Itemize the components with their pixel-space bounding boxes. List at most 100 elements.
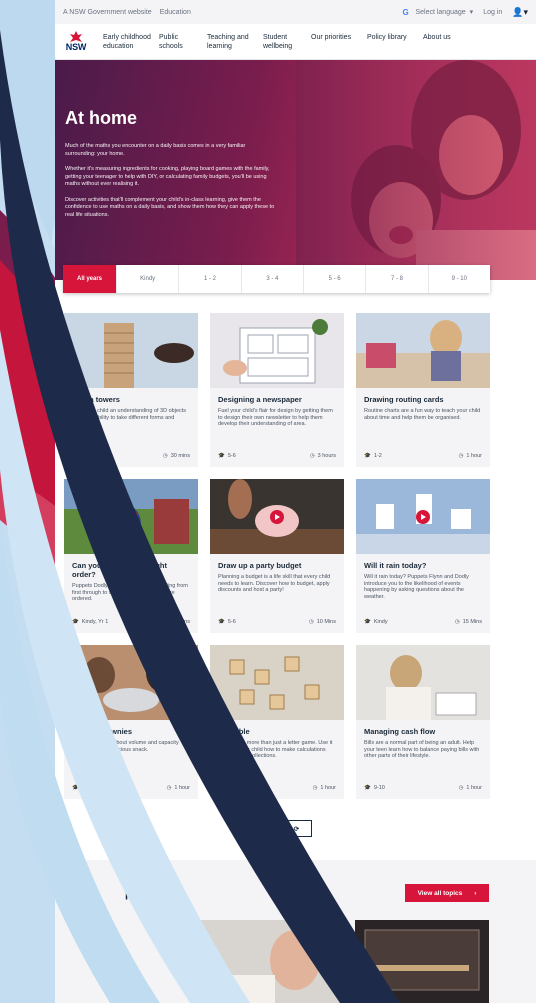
topics-heading: pics (125, 888, 148, 900)
card-description: Puppets Dodly and Flynn explore counting… (72, 583, 188, 602)
graduation-cap-icon: 🎓 (218, 453, 225, 459)
play-video-icon[interactable] (124, 509, 138, 524)
page-title: At home (65, 108, 137, 128)
year-filter-tabs: All years Kindy 1 - 2 3 - 4 5 - 6 7 - 8 … (63, 265, 490, 293)
card-years: 5-6 (227, 785, 236, 791)
nav-item-student-wellbeing[interactable]: Student wellbeing (263, 33, 311, 51)
card-description: Planning a budget is a life skill that e… (218, 574, 331, 593)
activity-grid: Jenga towers Give your child an understa… (64, 313, 490, 799)
activity-card[interactable]: Baking brownies Teach your child about v… (64, 645, 198, 799)
nav-item-teaching-learning[interactable]: Teaching and learning (207, 33, 263, 51)
dept-link[interactable]: Education (160, 9, 191, 16)
card-duration: 1 hour (320, 785, 336, 791)
user-icon[interactable]: 👤▾ (512, 7, 528, 18)
clock-icon: ◷ (458, 785, 464, 791)
card-years: Kindy (373, 619, 388, 625)
card-description: Scrabble is more than just a letter game… (218, 740, 333, 759)
utility-bar: A NSW Government website Education G Sel… (55, 0, 536, 24)
clock-icon: ◷ (308, 619, 314, 625)
activity-card[interactable]: Can you work out the right order? Puppet… (64, 479, 198, 633)
language-label: Select language (415, 8, 466, 16)
card-duration: 1 hour (466, 453, 482, 459)
tab-kindy[interactable]: Kindy (117, 265, 180, 293)
clock-icon: ◷ (166, 785, 172, 791)
topic-tile[interactable] (195, 920, 343, 1003)
activity-card[interactable]: Jenga towers Give your child an understa… (64, 313, 198, 467)
card-duration: 3 hours (317, 453, 336, 459)
graduation-cap-icon: 🎓 (72, 453, 79, 459)
card-title: Baking brownies (72, 727, 133, 736)
card-description: Bills are a normal part of being an adul… (364, 740, 480, 759)
graduation-cap-icon: 🎓 (72, 619, 79, 625)
card-title: Will it rain today? (364, 561, 427, 570)
tab-years-5-6[interactable]: 5 - 6 (304, 265, 367, 293)
tab-years-7-8[interactable]: 7 - 8 (366, 265, 429, 293)
play-video-icon[interactable] (416, 509, 430, 524)
clock-icon: ◷ (309, 453, 315, 459)
nav-item-our-priorities[interactable]: Our priorities (311, 33, 367, 51)
load-more-button[interactable]: Load More ⟳ (240, 820, 312, 837)
topic-tile[interactable]: ture (355, 920, 489, 1003)
nsw-logo[interactable]: NSW (61, 27, 91, 57)
card-image (356, 645, 490, 720)
hero-banner: At home Much of the maths you encounter … (55, 60, 536, 280)
card-image (210, 645, 344, 720)
card-title: Jenga towers (72, 395, 120, 404)
nav-item-public-schools[interactable]: Public schools (159, 33, 207, 51)
logo-text: NSW (65, 42, 87, 52)
nav-item-about-us[interactable]: About us (423, 33, 471, 51)
card-years: 7-8 (81, 453, 90, 459)
clock-icon: ◷ (162, 619, 168, 625)
card-description: Will it rain today? Puppets Flynn and Do… (364, 574, 469, 600)
activity-card[interactable]: Will it rain today? Will it rain today? … (356, 479, 490, 633)
login-link[interactable]: Log in (483, 9, 502, 16)
card-description: Routine charts are a fun way to teach yo… (364, 408, 481, 421)
main-nav: NSW Early childhood education Public sch… (55, 24, 536, 60)
activity-card[interactable]: Drawing routing cards Routine charts are… (356, 313, 490, 467)
graduation-cap-icon: 🎓 (72, 785, 79, 791)
activity-card[interactable]: Scrabble Scrabble is more than just a le… (210, 645, 344, 799)
graduation-cap-icon: 🎓 (364, 619, 371, 625)
card-image (64, 479, 198, 554)
view-all-topics-button[interactable]: View all topics › (405, 884, 489, 902)
card-years: Kindy, Yr 1 (81, 619, 109, 625)
graduation-cap-icon: 🎓 (364, 453, 371, 459)
clock-icon: ◷ (312, 785, 318, 791)
page: A NSW Government website Education G Sel… (55, 0, 536, 1003)
card-image (64, 313, 198, 388)
topics-section: pics View all topics › ture (55, 860, 536, 1003)
activity-card[interactable]: Designing a newspaper Fuel your child's … (210, 313, 344, 467)
graduation-cap-icon: 🎓 (218, 619, 225, 625)
tab-years-9-10[interactable]: 9 - 10 (429, 265, 490, 293)
hero-photo (296, 60, 536, 280)
tab-all-years[interactable]: All years (63, 265, 117, 293)
card-years: 5-6 (227, 619, 236, 625)
refresh-icon: ⟳ (293, 825, 300, 833)
card-years: 3-4 (81, 785, 90, 791)
card-title: Managing cash flow (364, 727, 436, 736)
card-title: Drawing routing cards (364, 395, 444, 404)
card-description: Fuel your child's flair for design by ge… (218, 408, 333, 427)
language-selector[interactable]: G Select language ▾ (402, 8, 473, 17)
chevron-right-icon: › (474, 889, 477, 897)
card-image (356, 479, 490, 554)
clock-icon: ◷ (162, 453, 168, 459)
hero-paragraph: Whether it's measuring ingredients for c… (65, 166, 270, 187)
tab-years-3-4[interactable]: 3 - 4 (242, 265, 304, 293)
play-video-icon[interactable] (270, 509, 284, 524)
hero-intro: Much of the maths you encounter on a dai… (65, 143, 246, 157)
card-description: Give your child an understanding of 3D o… (72, 408, 187, 427)
card-duration: 30 mins (170, 453, 190, 459)
card-title: Can you work out the right order? (72, 561, 167, 579)
card-duration: 1 hour (174, 785, 190, 791)
hero-paragraph: Discover activities that'll complement y… (65, 196, 275, 218)
card-years: 5-6 (227, 453, 236, 459)
graduation-cap-icon: 🎓 (218, 785, 225, 791)
activity-card[interactable]: Draw up a party budget Planning a budget… (210, 479, 344, 633)
card-image (356, 313, 490, 388)
tab-years-1-2[interactable]: 1 - 2 (179, 265, 242, 293)
activity-card[interactable]: Managing cash flow Bills are a normal pa… (356, 645, 490, 799)
chevron-down-icon: ▾ (469, 9, 474, 16)
nav-item-policy-library[interactable]: Policy library (367, 33, 423, 51)
nav-item-early-childhood[interactable]: Early childhood education (103, 33, 159, 51)
